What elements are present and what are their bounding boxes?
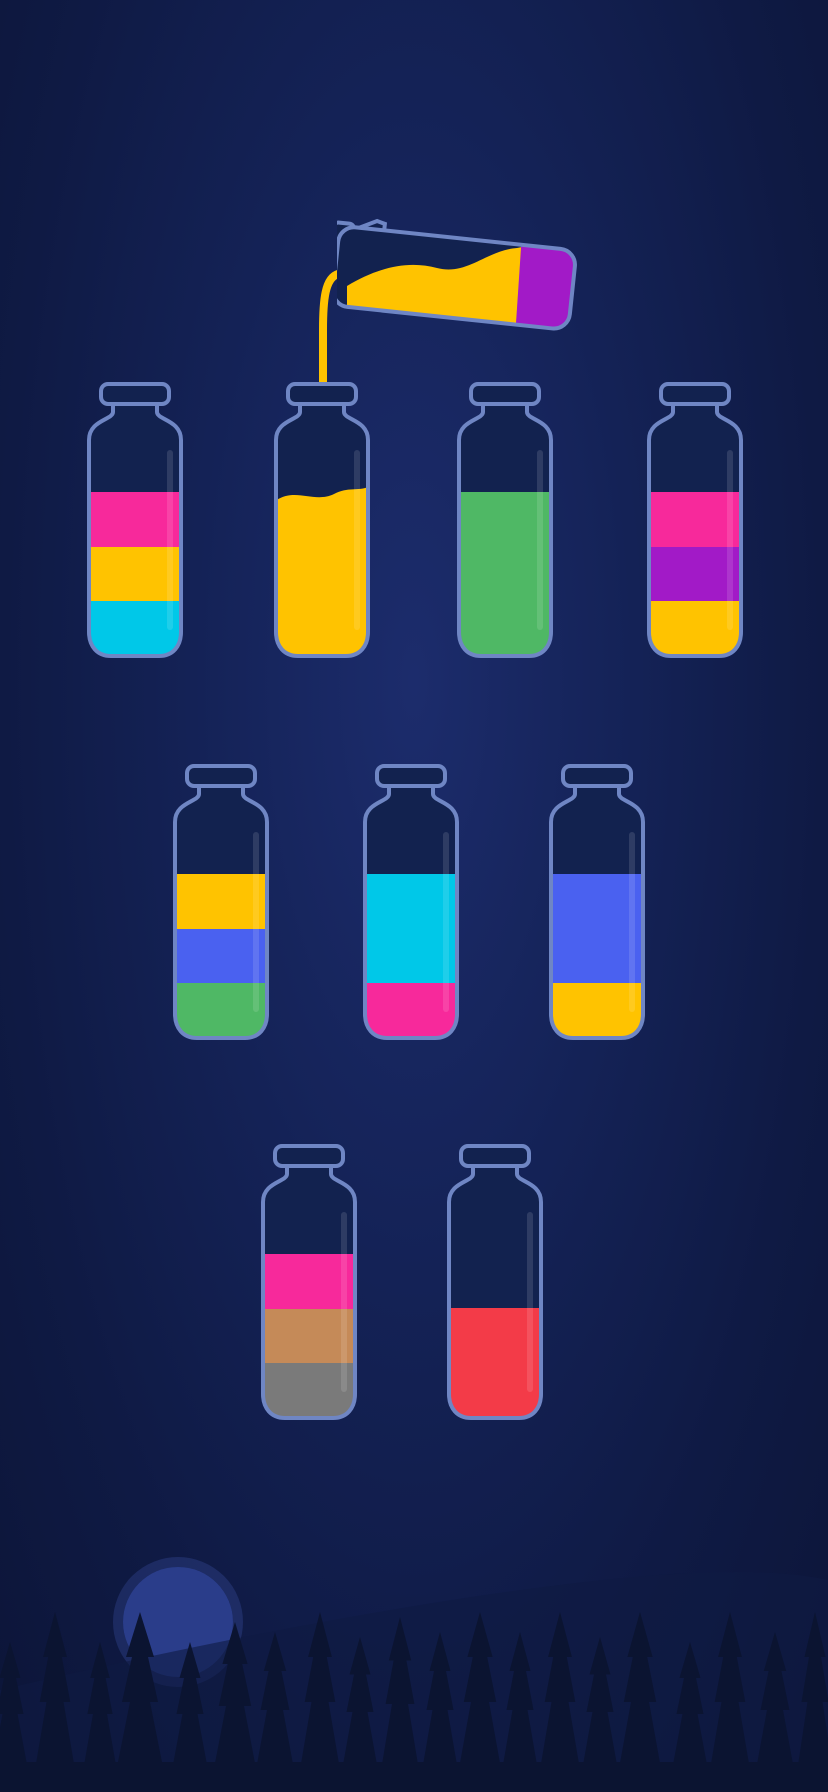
bottle-5[interactable] xyxy=(173,762,269,1040)
bottle-3[interactable] xyxy=(457,380,553,658)
game-board xyxy=(0,0,828,1792)
bottle-cap xyxy=(273,1144,345,1168)
bottle-cap xyxy=(459,1144,531,1168)
bottle-7[interactable] xyxy=(549,762,645,1040)
bottle-cap xyxy=(99,382,171,406)
bottle-icon xyxy=(363,764,459,1040)
bottle-icon xyxy=(87,382,183,658)
forest-scenery xyxy=(0,1557,828,1792)
bottle-1[interactable] xyxy=(87,380,183,658)
bottle-cap xyxy=(185,764,257,788)
bottle-icon xyxy=(457,382,553,658)
bottle-8[interactable] xyxy=(261,1142,357,1420)
pouring-bottle[interactable] xyxy=(327,198,637,348)
bottle-2[interactable] xyxy=(274,380,370,658)
bottle-cap xyxy=(469,382,541,406)
bottle-icon xyxy=(549,764,645,1040)
tilted-bottle-icon xyxy=(327,218,577,331)
bottle-cap xyxy=(561,764,633,788)
bottle-cap xyxy=(659,382,731,406)
bottle-cap xyxy=(375,764,447,788)
bottle-cap xyxy=(286,382,358,406)
bottle-icon xyxy=(447,1144,543,1420)
bottle-icon xyxy=(261,1144,357,1420)
bottle-4[interactable] xyxy=(647,380,743,658)
bottle-icon xyxy=(274,382,370,658)
bottle-6[interactable] xyxy=(363,762,459,1040)
bottle-icon xyxy=(647,382,743,658)
bottle-9[interactable] xyxy=(447,1142,543,1420)
bottle-icon xyxy=(173,764,269,1040)
